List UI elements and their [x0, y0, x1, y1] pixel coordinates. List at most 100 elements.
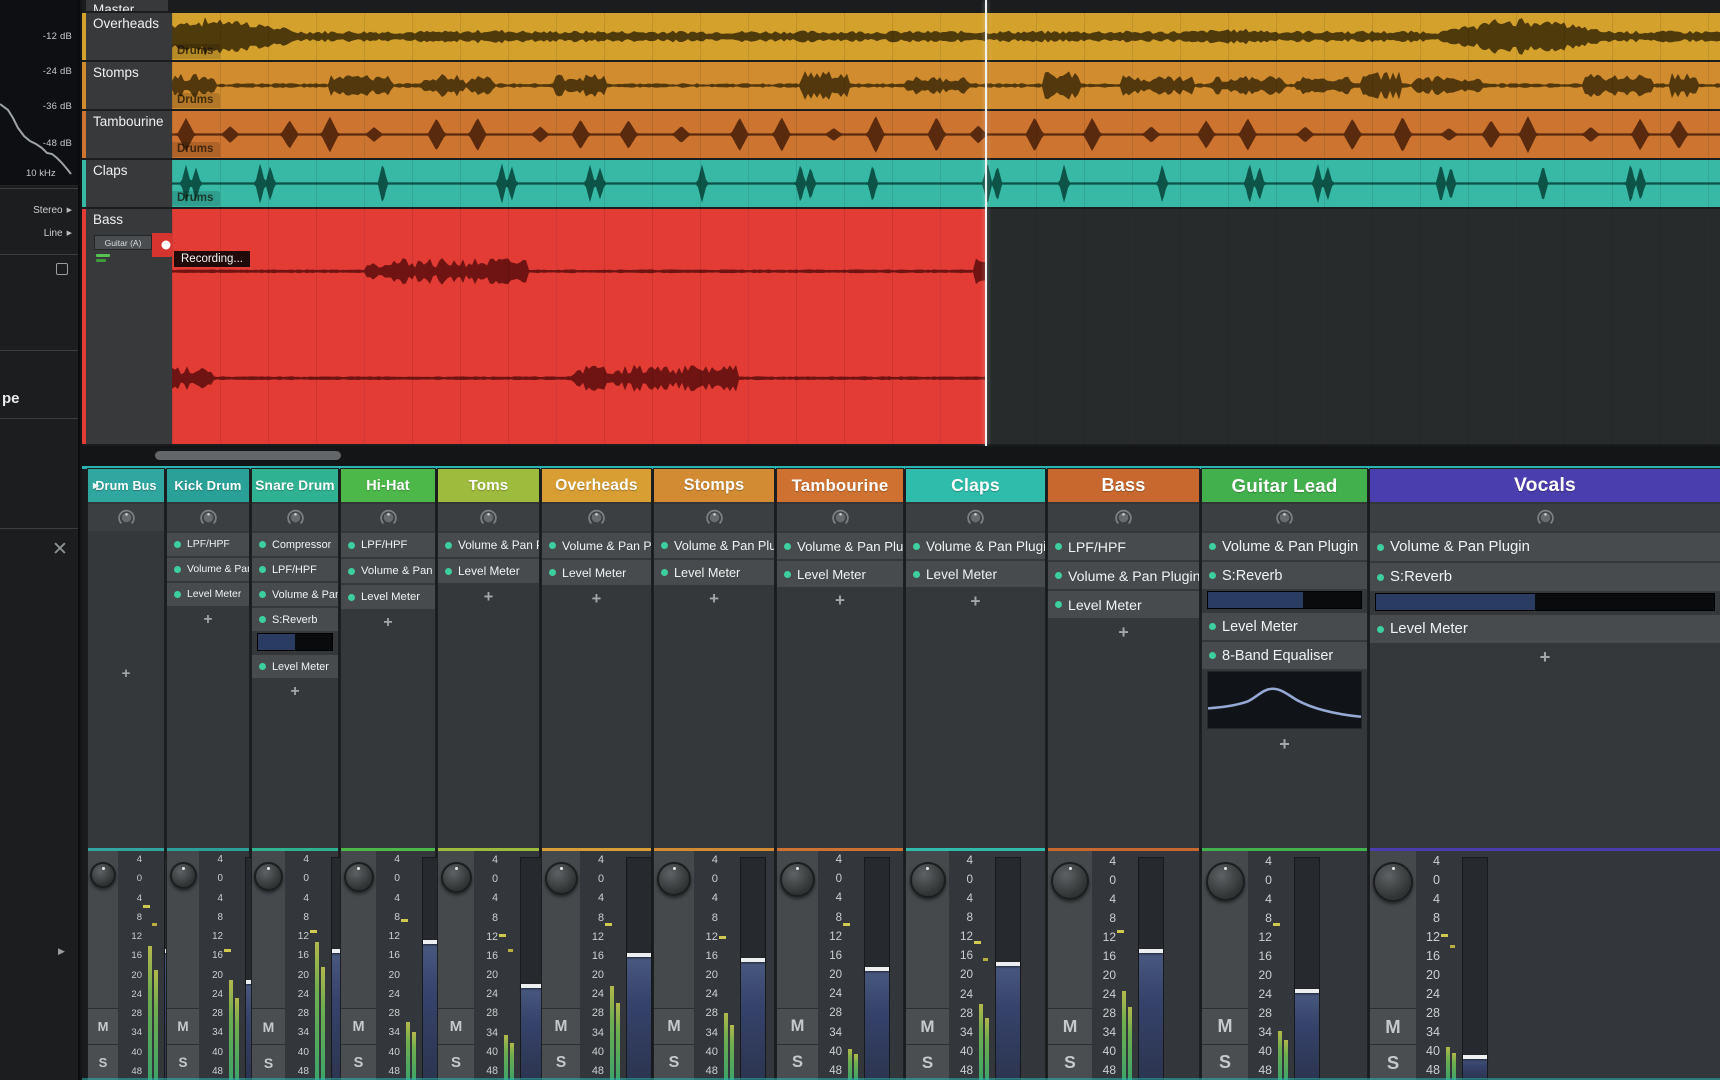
volume-fader[interactable] [864, 857, 890, 1080]
channel-header[interactable]: Tambourine [777, 469, 903, 502]
insert-slot[interactable]: Volume & Pan Plugin [777, 533, 903, 559]
solo-button[interactable]: S [252, 1044, 285, 1080]
insert-slot[interactable]: Compressor [252, 533, 338, 556]
insert-slot[interactable]: LPF/HPF [1048, 533, 1199, 560]
mute-button[interactable]: M [1202, 1008, 1248, 1044]
add-insert-button[interactable]: + [777, 589, 903, 613]
pan-knob-icon[interactable] [831, 508, 850, 527]
pan-knob-icon[interactable] [966, 508, 985, 527]
track-lane[interactable]: Recording... [172, 209, 1720, 444]
insert-slot[interactable]: Volume & Pan Plugin [252, 583, 338, 606]
plugin-active-dot[interactable] [913, 571, 920, 578]
plugin-active-dot[interactable] [445, 568, 452, 575]
plugin-active-dot[interactable] [549, 569, 556, 576]
plugin-active-dot[interactable] [348, 568, 355, 575]
plugin-active-dot[interactable] [913, 543, 920, 550]
channel-knob[interactable] [657, 862, 691, 896]
horizontal-scrollbar-thumb[interactable] [155, 451, 341, 460]
expand-arrow-icon[interactable]: ▶ [93, 481, 99, 490]
insert-slot[interactable]: LPF/HPF [341, 533, 435, 557]
scrollbar-track[interactable] [82, 446, 1720, 466]
input-source-field[interactable]: Guitar (A) [94, 235, 152, 250]
channel-knob[interactable] [344, 862, 374, 892]
plugin-active-dot[interactable] [259, 616, 266, 623]
add-insert-button[interactable]: + [906, 589, 1045, 613]
plugin-active-dot[interactable] [1055, 572, 1062, 579]
line-menu-item[interactable]: Line ▶ [44, 226, 72, 240]
insert-slot[interactable]: Level Meter [438, 559, 539, 583]
add-insert-button[interactable]: + [438, 585, 539, 609]
add-insert-button[interactable]: + [88, 661, 164, 685]
solo-button[interactable]: S [1048, 1044, 1092, 1080]
pan-knob-icon[interactable] [1275, 508, 1294, 527]
plugin-active-dot[interactable] [259, 541, 266, 548]
insert-slot[interactable]: Level Meter [654, 560, 774, 585]
insert-slot[interactable]: Volume & Pan Plugin [1048, 562, 1199, 589]
expand-arrow-icon[interactable]: ▶ [58, 946, 65, 957]
plugin-active-dot[interactable] [1209, 652, 1216, 659]
insert-slot[interactable]: Volume & Pan Plugin [1202, 533, 1367, 560]
insert-slot[interactable]: Level Meter [1370, 615, 1720, 643]
plugin-active-dot[interactable] [1055, 601, 1062, 608]
channel-knob[interactable] [170, 862, 197, 889]
pan-knob-icon[interactable] [199, 508, 218, 527]
insert-slot[interactable]: LPF/HPF [252, 558, 338, 581]
channel-knob[interactable] [545, 862, 578, 895]
audio-clip[interactable]: Drums [172, 160, 1720, 207]
reverb-mix-bar[interactable] [1207, 591, 1362, 609]
insert-slot[interactable]: Volume & Pan Plugin [438, 533, 539, 557]
insert-slot[interactable]: Level Meter [777, 561, 903, 587]
insert-slot[interactable]: 8-Band Equaliser [1202, 642, 1367, 669]
solo-button[interactable]: S [654, 1044, 694, 1080]
audio-clip[interactable]: Drums [172, 111, 1720, 158]
plugin-active-dot[interactable] [348, 594, 355, 601]
channel-header[interactable]: Vocals [1370, 469, 1720, 502]
insert-slot[interactable]: Volume & Pan Plugin [542, 533, 651, 558]
solo-button[interactable]: S [777, 1044, 818, 1080]
solo-button[interactable]: S [906, 1044, 949, 1080]
insert-slot[interactable]: Level Meter [906, 561, 1045, 587]
track-header[interactable]: Claps [86, 160, 172, 207]
insert-slot[interactable]: Level Meter [542, 560, 651, 585]
solo-button[interactable]: S [1202, 1044, 1248, 1080]
audio-clip[interactable]: Drums [172, 62, 1720, 109]
plugin-active-dot[interactable] [445, 542, 452, 549]
channel-knob[interactable] [1373, 862, 1413, 902]
pan-knob-icon[interactable] [1114, 508, 1133, 527]
plugin-active-dot[interactable] [174, 566, 181, 573]
volume-fader[interactable] [740, 857, 766, 1080]
mute-button[interactable]: M [252, 1008, 285, 1044]
mute-button[interactable]: M [654, 1008, 694, 1044]
plugin-active-dot[interactable] [259, 566, 266, 573]
insert-slot[interactable]: Level Meter [167, 583, 249, 606]
mute-button[interactable]: M [88, 1008, 118, 1044]
plugin-active-dot[interactable] [1209, 623, 1216, 630]
channel-knob[interactable] [1206, 862, 1245, 901]
plugin-active-dot[interactable] [348, 542, 355, 549]
insert-slot[interactable]: Level Meter [252, 655, 338, 678]
fader-cap[interactable] [627, 953, 651, 957]
mute-button[interactable]: M [167, 1008, 199, 1044]
track-lane[interactable]: Drums [172, 62, 1720, 109]
plugin-active-dot[interactable] [784, 543, 791, 550]
channel-knob[interactable] [780, 862, 815, 897]
fader-cap[interactable] [1295, 989, 1319, 993]
add-insert-button[interactable]: + [542, 587, 651, 611]
checkbox-icon[interactable] [56, 263, 68, 275]
pan-knob-icon[interactable] [379, 508, 398, 527]
mute-button[interactable]: M [1370, 1008, 1416, 1044]
reverb-mix-bar[interactable] [257, 633, 333, 651]
fader-cap[interactable] [996, 962, 1020, 966]
mute-button[interactable]: M [341, 1008, 376, 1044]
insert-slot[interactable]: S:Reverb [1370, 563, 1720, 591]
track-lane[interactable]: Drums [172, 111, 1720, 158]
channel-header[interactable]: Claps [906, 469, 1045, 502]
mute-button[interactable]: M [906, 1008, 949, 1044]
channel-header[interactable]: Toms [438, 469, 539, 502]
insert-slot[interactable]: Level Meter [1048, 591, 1199, 618]
add-insert-button[interactable]: + [1048, 620, 1199, 644]
insert-slot[interactable]: Level Meter [1202, 613, 1367, 640]
insert-slot[interactable]: Level Meter [341, 585, 435, 609]
channel-header[interactable]: Bass [1048, 469, 1199, 502]
fader-cap[interactable] [741, 958, 765, 962]
